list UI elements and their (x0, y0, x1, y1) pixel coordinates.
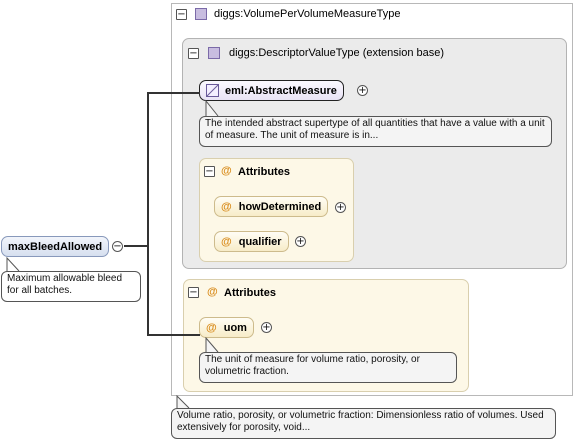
attribute-name: uom (223, 321, 247, 334)
uom-description: The unit of measure for volume ratio, po… (199, 352, 457, 383)
attribute-uom[interactable]: @ uom (199, 317, 254, 338)
outer-type-description: Volume ratio, porosity, or volumetric fr… (171, 408, 556, 439)
attribute-at-icon: @ (221, 200, 232, 213)
collapse-attributes-icon[interactable]: − (188, 287, 199, 298)
attribute-howDetermined[interactable]: @ howDetermined (214, 196, 329, 217)
collapse-outer-icon[interactable]: − (176, 9, 187, 20)
root-element-label: maxBleedAllowed (8, 240, 103, 253)
attribute-at-icon: @ (206, 321, 217, 334)
attribute-at-icon: @ (221, 235, 232, 248)
attribute-qualifier[interactable]: @ qualifier (214, 231, 289, 252)
extension-type-icon (208, 47, 220, 59)
abstract-desc-pointer (205, 100, 219, 117)
abstract-element-icon (206, 84, 219, 97)
connector-line (147, 92, 200, 94)
attributes-title: Attributes (224, 287, 276, 299)
collapse-extension-icon[interactable]: − (188, 48, 199, 59)
attribute-name: qualifier (238, 235, 282, 248)
attributes-title: Attributes (238, 166, 290, 178)
outer-type-label: diggs:VolumePerVolumeMeasureType (214, 8, 401, 20)
root-description: Maximum allowable bleed for all batches. (1, 271, 141, 302)
outer-desc-pointer (176, 395, 190, 409)
abstract-measure-element[interactable]: eml:AbstractMeasure (199, 80, 344, 101)
expand-abstract-icon[interactable]: + (357, 85, 368, 96)
uom-desc-pointer (205, 337, 219, 353)
expand-qualifier-icon[interactable]: + (295, 236, 306, 247)
attribute-at-icon: @ (207, 286, 218, 298)
expand-howDetermined-icon[interactable]: + (335, 202, 346, 213)
connector-line (124, 245, 148, 247)
collapse-attributes-icon[interactable]: − (204, 166, 215, 177)
abstract-element-label: eml:AbstractMeasure (225, 84, 337, 97)
extension-label: diggs:DescriptorValueType (extension bas… (229, 47, 445, 59)
abstract-description: The intended abstract supertype of all q… (199, 116, 552, 147)
expand-uom-icon[interactable]: + (261, 322, 272, 333)
attribute-at-icon: @ (221, 165, 232, 177)
complex-type-icon (195, 8, 207, 20)
connector-line (147, 334, 200, 336)
root-desc-pointer (6, 257, 20, 272)
root-element-maxBleedAllowed[interactable]: maxBleedAllowed (1, 236, 110, 257)
collapse-root-icon[interactable]: − (112, 241, 123, 252)
attribute-name: howDetermined (238, 200, 322, 213)
connector-line (147, 92, 149, 336)
